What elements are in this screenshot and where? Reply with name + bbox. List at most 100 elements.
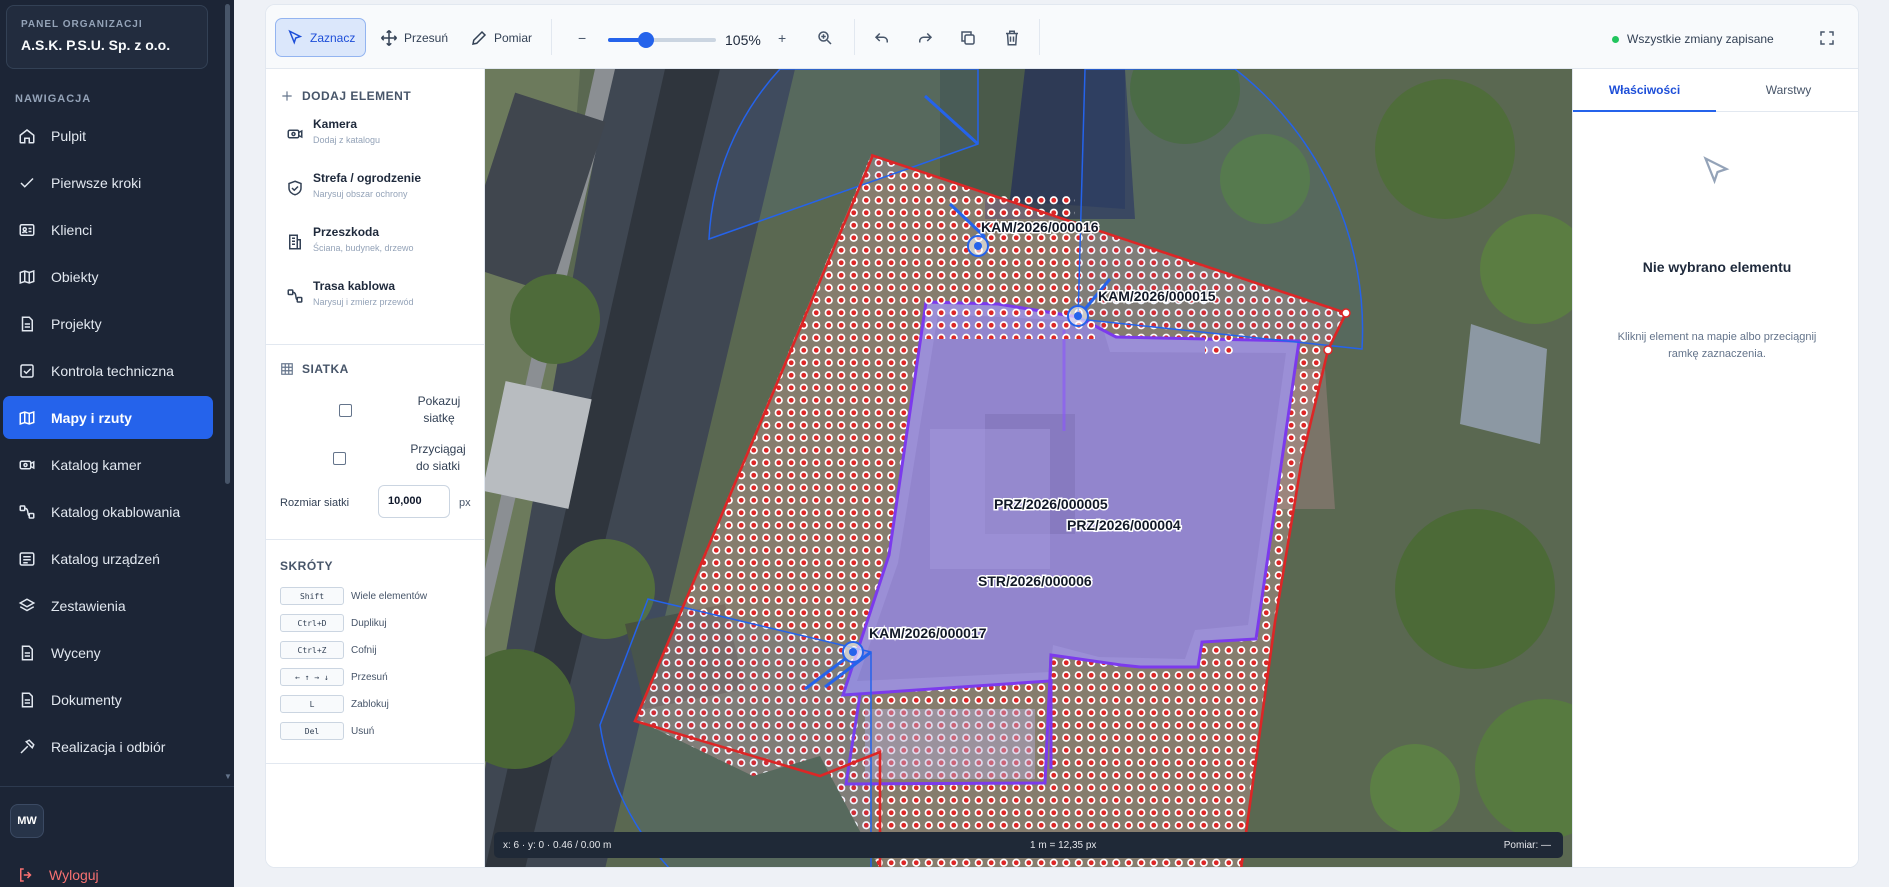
sidebar-item-kontrola-techniczna[interactable]: Kontrola techniczna [3,349,213,392]
grid-icon [280,362,294,376]
route-icon [286,287,304,305]
panel-divider [266,344,485,345]
checkbox-box[interactable] [339,404,352,417]
sidebar-item-katalog-kamer[interactable]: Katalog kamer [3,443,213,486]
zoom-slider[interactable] [608,32,716,48]
shortcut-desc: Usuń [351,725,375,737]
add-zone-button[interactable]: Strefa / ogrodzenie Narysuj obszar ochron… [286,171,421,199]
zoom-out-button[interactable]: − [578,30,586,46]
duplicate-icon[interactable] [959,29,977,47]
map-label-prz-4[interactable]: PRZ/2026/000004 [1066,516,1183,535]
empty-state-title: Nie wybrano elementu [1642,259,1792,275]
zoom-value: 105% [725,32,761,48]
fullscreen-icon[interactable] [1818,29,1836,47]
camera-marker-kam-16[interactable] [967,235,989,257]
checkbox-box[interactable] [333,452,346,465]
tools-panel: DODAJ ELEMENT Kamera Dodaj z katalogu Str… [266,69,485,867]
zoom-fit-icon[interactable] [816,29,834,47]
sidebar-item-pierwsze-kroki[interactable]: Pierwsze kroki [3,161,213,204]
building-icon [286,233,304,251]
sidebar-scrollbar[interactable] [225,4,230,484]
map-label-prz-5[interactable]: PRZ/2026/000005 [993,495,1110,514]
checkbox-icon [17,361,37,381]
organization-panel[interactable]: PANEL ORGANIZACJI A.S.K. P.S.U. Sp. z o.… [6,5,208,69]
sidebar-item-zestawienia[interactable]: Zestawienia [3,584,213,627]
shortcut-row: L Zablokuj [280,695,389,713]
map-label-kam-15[interactable]: KAM/2026/000015 [1097,287,1218,306]
shortcut-key: L [280,695,344,713]
zone-vertex-handle[interactable] [1341,308,1351,318]
map-label-kam-17[interactable]: KAM/2026/000017 [868,624,989,643]
grid-size-input[interactable]: 10,000 [378,485,450,518]
map-canvas[interactable]: KAM/2026/000016 KAM/2026/000015 KAM/2026… [485,69,1572,868]
scroll-down-arrow-icon[interactable]: ▼ [224,772,232,781]
panel-divider [266,539,485,540]
map-editor: Zaznacz Przesuń Pomiar − 105% + Wszystki… [265,4,1859,868]
shortcut-key: Ctrl+Z [280,641,344,659]
snap-to-grid-label: Przyciągaj do siatki [398,441,478,475]
shortcuts-heading: SKRÓTY [280,559,334,573]
sidebar: PANEL ORGANIZACJI A.S.K. P.S.U. Sp. z o.… [0,0,234,887]
sidebar-item-realizacja-i-odbior[interactable]: Realizacja i odbiór [3,725,213,768]
add-obstacle-button[interactable]: Przeszkoda Ściana, budynek, drzewo [286,225,414,253]
show-grid-label-line1: Pokazuj [417,394,461,408]
sidebar-item-projekty[interactable]: Projekty [3,302,213,345]
undo-icon[interactable] [873,29,891,47]
sidebar-item-pulpit[interactable]: Pulpit [3,114,213,157]
trash-icon[interactable] [1003,29,1021,47]
sidebar-item-label: Pulpit [51,127,87,144]
plus-icon [280,89,294,103]
tab-properties[interactable]: Właściwości [1573,69,1716,112]
sidebar-item-label: Kontrola techniczna [51,362,174,379]
show-grid-checkbox[interactable] [339,404,352,417]
add-camera-button[interactable]: Kamera Dodaj z katalogu [286,117,380,145]
sidebar-item-klienci[interactable]: Klienci [3,208,213,251]
sidebar-item-label: Pierwsze kroki [51,174,142,191]
sidebar-item-katalog-urzadzen[interactable]: Katalog urządzeń [3,537,213,580]
organization-name: A.S.K. P.S.U. Sp. z o.o. [21,37,171,53]
zoom-in-button[interactable]: + [778,30,786,46]
pencil-icon [470,29,488,47]
map-label-str-6[interactable]: STR/2026/000006 [977,572,1094,591]
sidebar-item-label: Wyceny [51,644,101,661]
select-tool-button[interactable]: Zaznacz [275,18,367,57]
show-grid-label-line2: siatkę [423,411,455,425]
cable-icon [17,502,37,522]
snap-to-grid-checkbox[interactable] [333,452,346,465]
add-item-title: Strefa / ogrodzenie [313,171,422,185]
home-icon [17,126,37,146]
logout-button[interactable]: Wyloguj [17,866,99,884]
shortcut-desc: Cofnij [351,644,377,656]
shortcut-desc: Wiele elementów [351,590,428,602]
snap-label-line1: Przyciągaj [410,442,466,456]
measure-tool-button[interactable]: Pomiar [460,18,542,57]
document-icon [17,690,37,710]
shortcut-row: Shift Wiele elementów [280,587,427,605]
tab-layers[interactable]: Warstwy [1716,69,1858,112]
sidebar-item-wyceny[interactable]: Wyceny [3,631,213,674]
add-cable-route-button[interactable]: Trasa kablowa Narysuj i zmierz przewód [286,279,414,307]
sidebar-item-obiekty[interactable]: Obiekty [3,255,213,298]
zoom-slider-handle[interactable] [637,32,654,48]
camera-marker-kam-17[interactable] [842,641,864,663]
sidebar-item-katalog-okablowania[interactable]: Katalog okablowania [3,490,213,533]
sidebar-item-label: Obiekty [51,268,99,285]
snap-label-line2: do siatki [415,459,461,473]
shortcut-row: Del Usuń [280,722,374,740]
map-drawing[interactable]: KAM/2026/000016 KAM/2026/000015 KAM/2026… [485,69,1572,868]
sidebar-item-label: Katalog okablowania [51,503,181,520]
sidebar-item-label: Projekty [51,315,102,332]
toolbar: Zaznacz Przesuń Pomiar − 105% + Wszystki… [266,5,1858,69]
shortcut-key: Del [280,722,344,740]
sidebar-item-mapy-i-rzuty[interactable]: Mapy i rzuty [3,396,213,439]
document-icon [17,314,37,334]
redo-icon[interactable] [916,29,934,47]
toolbar-divider [551,19,552,55]
avatar[interactable]: MW [10,804,44,838]
sidebar-item-dokumenty[interactable]: Dokumenty [3,678,213,721]
show-grid-label: Pokazuj siatkę [404,393,474,427]
move-tool-label: Przesuń [404,30,449,45]
zone-vertex-handle[interactable] [1323,345,1333,355]
move-tool-button[interactable]: Przesuń [370,18,458,57]
map-label-kam-16[interactable]: KAM/2026/000016 [980,218,1101,237]
